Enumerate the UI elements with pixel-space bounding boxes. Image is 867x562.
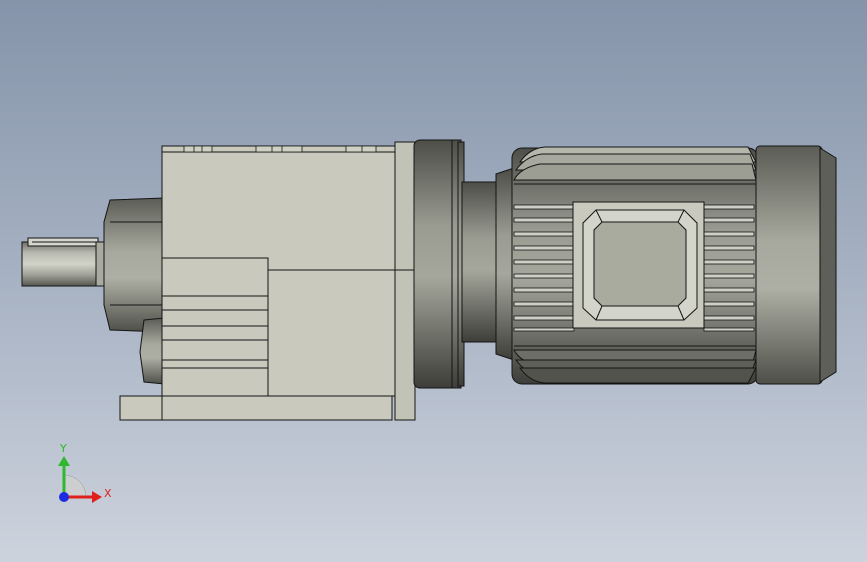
x-axis-arrow-head [92, 491, 102, 503]
motor-adapter-flange[interactable] [413, 139, 515, 389]
y-axis-label: Y [60, 442, 67, 455]
output-bearing-cover[interactable] [103, 197, 165, 385]
z-axis-dot [59, 492, 69, 502]
graphics-viewport[interactable]: Y X [0, 0, 867, 562]
gear-housing[interactable] [119, 141, 416, 421]
output-shaft[interactable] [21, 237, 107, 287]
fan-cover[interactable] [755, 145, 837, 385]
y-axis-arrow-head [58, 456, 70, 466]
coordinate-triad: Y X [50, 440, 120, 510]
x-axis-label: X [104, 487, 112, 500]
terminal-box[interactable] [572, 201, 705, 329]
gear-motor-model[interactable] [0, 0, 867, 562]
